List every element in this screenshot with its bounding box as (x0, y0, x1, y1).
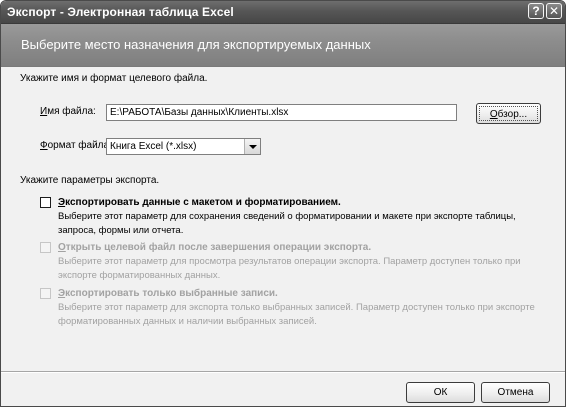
export-with-formatting-description: Выберите этот параметр для сохранения св… (58, 211, 516, 236)
browse-label-mnemonic: О (489, 109, 498, 120)
option2-title-text: ткрыть целевой файл после завершения опе… (65, 242, 372, 253)
window-title: Экспорт - Электронная таблица Excel (7, 5, 234, 19)
option2-mnemonic: О (58, 242, 66, 253)
close-icon: ✕ (548, 4, 560, 18)
options-instruction: Укажите параметры экспорта. (20, 175, 160, 186)
format-label-text: ормат файла: (47, 140, 112, 151)
format-select[interactable]: Книга Excel (*.xlsx) (106, 138, 261, 155)
ok-button[interactable]: ОК (406, 382, 475, 403)
filename-input[interactable]: E:\РАБОТА\Базы данных\Клиенты.xlsx (106, 104, 457, 121)
help-button[interactable]: ? (528, 3, 544, 19)
banner-heading: Выберите место назначения для экспортиру… (21, 37, 371, 52)
browse-label-text: бзор... (497, 109, 528, 120)
browse-button[interactable]: Обзор... (476, 103, 541, 124)
open-target-file-label[interactable]: Открыть целевой файл после завершения оп… (58, 242, 371, 253)
chevron-down-icon[interactable] (244, 139, 260, 154)
cancel-button[interactable]: Отмена (481, 382, 550, 403)
export-with-formatting-label[interactable]: Экспортировать данные с макетом и формат… (58, 197, 341, 208)
file-instruction: Укажите имя и формат целевого файла. (20, 73, 208, 84)
option1-title-text: кспортировать данные с макетом и формати… (65, 197, 341, 208)
header-banner: Выберите место назначения для экспортиру… (1, 24, 565, 67)
export-with-formatting-checkbox[interactable] (40, 197, 51, 208)
filename-label: Имя файла: (40, 106, 96, 117)
open-target-file-description: Выберите этот параметр для просмотра рез… (58, 256, 521, 281)
footer-divider (1, 371, 565, 373)
open-target-file-checkbox[interactable] (40, 242, 51, 253)
export-selected-only-label[interactable]: Экспортировать только выбранные записи. (58, 288, 278, 299)
format-label-mnemonic: Ф (40, 140, 48, 151)
export-selected-only-checkbox[interactable] (40, 288, 51, 299)
export-selected-only-description: Выберите этот параметр для экспорта толь… (58, 302, 535, 327)
filename-label-text: мя файла: (47, 106, 96, 117)
close-button[interactable]: ✕ (546, 3, 562, 19)
title-bar[interactable]: Экспорт - Электронная таблица Excel ? ✕ (1, 1, 565, 24)
export-dialog: Экспорт - Электронная таблица Excel ? ✕ … (0, 0, 566, 407)
format-select-value: Книга Excel (*.xlsx) (110, 141, 197, 152)
format-label: Формат файла: (40, 140, 112, 151)
browse-button-focus-rect: Обзор... (479, 106, 538, 121)
help-icon: ? (532, 4, 540, 18)
option3-title-text: кспортировать только выбранные записи. (65, 288, 278, 299)
